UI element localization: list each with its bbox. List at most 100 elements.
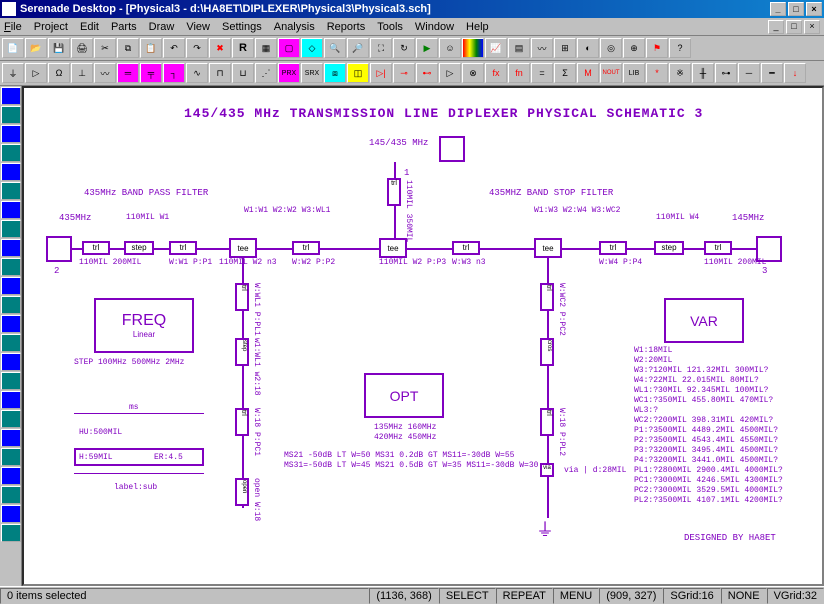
wave-icon[interactable]: 〰: [531, 38, 553, 58]
stub-icon[interactable]: ╤: [140, 63, 162, 83]
diamond-icon[interactable]: ◇: [301, 38, 323, 58]
tool-line-icon[interactable]: [1, 277, 21, 295]
tool-pan-icon[interactable]: [1, 410, 21, 428]
coup-icon[interactable]: ╫: [692, 63, 714, 83]
src-icon[interactable]: *: [646, 63, 668, 83]
tool-net-icon[interactable]: [1, 163, 21, 181]
tool-select-icon[interactable]: [1, 87, 21, 105]
polar-icon[interactable]: ⊕: [623, 38, 645, 58]
tool-poly-icon[interactable]: [1, 353, 21, 371]
paste-icon[interactable]: 📋: [140, 38, 162, 58]
zoom-in-icon[interactable]: 🔍: [324, 38, 346, 58]
tool-layer-icon[interactable]: [1, 467, 21, 485]
menu-edit[interactable]: Edit: [80, 21, 99, 33]
tool-grid-icon[interactable]: [1, 429, 21, 447]
ind-icon[interactable]: 〰: [94, 63, 116, 83]
pulse-icon[interactable]: ⊔: [232, 63, 254, 83]
tool-dim-icon[interactable]: [1, 372, 21, 390]
tline-icon[interactable]: ═: [117, 63, 139, 83]
menu-window[interactable]: Window: [415, 21, 454, 33]
tool-gnd-icon[interactable]: [1, 239, 21, 257]
menu-reports[interactable]: Reports: [327, 21, 366, 33]
probe-icon[interactable]: ↓: [784, 63, 806, 83]
tool-bus-icon[interactable]: [1, 182, 21, 200]
smiley-icon[interactable]: ☺: [439, 38, 461, 58]
fet-icon[interactable]: ⊷: [416, 63, 438, 83]
fx-icon[interactable]: fx: [485, 63, 507, 83]
close-button[interactable]: ×: [806, 2, 822, 16]
help-icon[interactable]: ?: [669, 38, 691, 58]
bars-icon[interactable]: [462, 38, 484, 58]
nout-icon[interactable]: NOUT: [600, 63, 622, 83]
fn-icon[interactable]: fn: [508, 63, 530, 83]
tool-port-icon[interactable]: [1, 220, 21, 238]
tool-arc-icon[interactable]: [1, 334, 21, 352]
menu-parts[interactable]: Parts: [111, 21, 137, 33]
save-icon[interactable]: 💾: [48, 38, 70, 58]
tool-meas-icon[interactable]: [1, 486, 21, 504]
schematic-canvas[interactable]: 145/435 MHz TRANSMISSION LINE DIPLEXER P…: [22, 86, 824, 586]
sine-icon[interactable]: ∿: [186, 63, 208, 83]
diode-icon[interactable]: ▷|: [370, 63, 392, 83]
mdi-minimize-button[interactable]: _: [768, 20, 784, 34]
tool-snap-icon[interactable]: [1, 448, 21, 466]
amp-icon[interactable]: ▷: [439, 63, 461, 83]
menu-project[interactable]: Project: [34, 21, 68, 33]
sum-icon[interactable]: Σ: [554, 63, 576, 83]
tool-flip-icon[interactable]: [1, 524, 21, 542]
xtal-icon[interactable]: ⧈: [324, 63, 346, 83]
res-icon[interactable]: Ω: [48, 63, 70, 83]
refresh-icon[interactable]: ↻: [393, 38, 415, 58]
status-menu[interactable]: MENU: [553, 588, 599, 604]
r-icon[interactable]: R: [232, 38, 254, 58]
tool-junction-icon[interactable]: [1, 201, 21, 219]
zoom-out-icon[interactable]: 🔎: [347, 38, 369, 58]
flag-icon[interactable]: ⚑: [646, 38, 668, 58]
bus-icon[interactable]: ━: [761, 63, 783, 83]
port-icon[interactable]: ▷: [25, 63, 47, 83]
pie-icon[interactable]: ◐: [577, 38, 599, 58]
saw-icon[interactable]: ⋰: [255, 63, 277, 83]
gnd-icon[interactable]: ⏚: [2, 63, 24, 83]
open-icon[interactable]: 📂: [25, 38, 47, 58]
tool-zoom-icon[interactable]: [1, 391, 21, 409]
menu-draw[interactable]: Draw: [149, 21, 175, 33]
table-icon[interactable]: ▤: [508, 38, 530, 58]
run-icon[interactable]: ▶: [416, 38, 438, 58]
menu-view[interactable]: View: [186, 21, 210, 33]
prx-icon[interactable]: PRX: [278, 63, 300, 83]
tool-text-icon[interactable]: [1, 144, 21, 162]
bend-icon[interactable]: ┐: [163, 63, 185, 83]
menu-tools[interactable]: Tools: [377, 21, 403, 33]
rect-icon[interactable]: ▢: [278, 38, 300, 58]
cut-icon[interactable]: ✂: [94, 38, 116, 58]
zoom-fit-icon[interactable]: ⛶: [370, 38, 392, 58]
tool-wire-icon[interactable]: [1, 106, 21, 124]
maximize-button[interactable]: □: [788, 2, 804, 16]
eq-icon[interactable]: =: [531, 63, 553, 83]
lib-icon[interactable]: LIB: [623, 63, 645, 83]
chart-icon[interactable]: 📈: [485, 38, 507, 58]
menu-help[interactable]: Help: [466, 21, 489, 33]
net-icon[interactable]: ⊞: [554, 38, 576, 58]
tool-circle-icon[interactable]: [1, 315, 21, 333]
menu-analysis[interactable]: Analysis: [274, 21, 315, 33]
redo-icon[interactable]: ↷: [186, 38, 208, 58]
mix-icon[interactable]: ⊗: [462, 63, 484, 83]
copy-icon[interactable]: ⧉: [117, 38, 139, 58]
mdi-maximize-button[interactable]: □: [786, 20, 802, 34]
trans-icon[interactable]: ⊶: [715, 63, 737, 83]
menu-settings[interactable]: Settings: [222, 21, 262, 33]
menu-file[interactable]: File: [4, 21, 22, 33]
undo-icon[interactable]: ↶: [163, 38, 185, 58]
tool-rot-icon[interactable]: [1, 505, 21, 523]
smith-icon[interactable]: ◎: [600, 38, 622, 58]
tool-power-icon[interactable]: [1, 258, 21, 276]
minimize-button[interactable]: _: [770, 2, 786, 16]
tool-part-icon[interactable]: [1, 125, 21, 143]
delete-icon[interactable]: ✖: [209, 38, 231, 58]
sq-icon[interactable]: ⊓: [209, 63, 231, 83]
mdi-close-button[interactable]: ×: [804, 20, 820, 34]
m-icon[interactable]: M: [577, 63, 599, 83]
new-icon[interactable]: 📄: [2, 38, 24, 58]
